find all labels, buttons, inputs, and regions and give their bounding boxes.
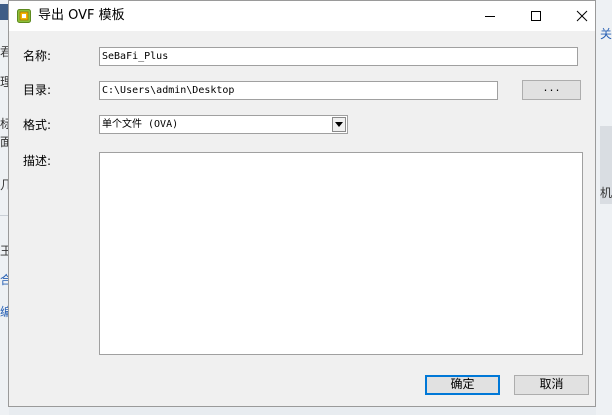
description-textarea[interactable] — [99, 152, 583, 355]
format-selected-value: 单个文件 (OVA) — [102, 119, 179, 130]
chevron-down-icon — [335, 122, 343, 127]
export-ovf-dialog: 导出 OVF 模板 名称: SeBaFi_Plus 目录: C:\Users\a… — [8, 0, 596, 407]
directory-label: 目录: — [23, 83, 52, 97]
name-input[interactable]: SeBaFi_Plus — [99, 47, 578, 66]
window-title: 导出 OVF 模板 — [38, 8, 125, 23]
background-app-right — [596, 0, 612, 415]
close-button[interactable] — [559, 1, 605, 31]
format-label: 格式: — [23, 118, 52, 132]
close-icon — [576, 10, 588, 22]
maximize-icon — [531, 11, 541, 21]
background-text-fragment: 机 — [600, 186, 612, 200]
browse-button[interactable]: ... — [522, 80, 581, 100]
ok-button[interactable]: 确定 — [425, 375, 500, 395]
name-label: 名称: — [23, 49, 52, 63]
minimize-button[interactable] — [467, 1, 513, 31]
dropdown-arrow-button[interactable] — [332, 117, 346, 132]
directory-input[interactable]: C:\Users\admin\Desktop — [99, 81, 498, 100]
background-tab-marker — [0, 4, 8, 20]
cancel-button[interactable]: 取消 — [514, 375, 589, 395]
description-label: 描述: — [23, 154, 52, 168]
minimize-icon — [485, 16, 495, 17]
format-select[interactable]: 单个文件 (OVA) — [99, 115, 348, 134]
maximize-button[interactable] — [513, 1, 559, 31]
title-bar[interactable]: 导出 OVF 模板 — [9, 1, 595, 31]
app-icon — [17, 9, 31, 23]
